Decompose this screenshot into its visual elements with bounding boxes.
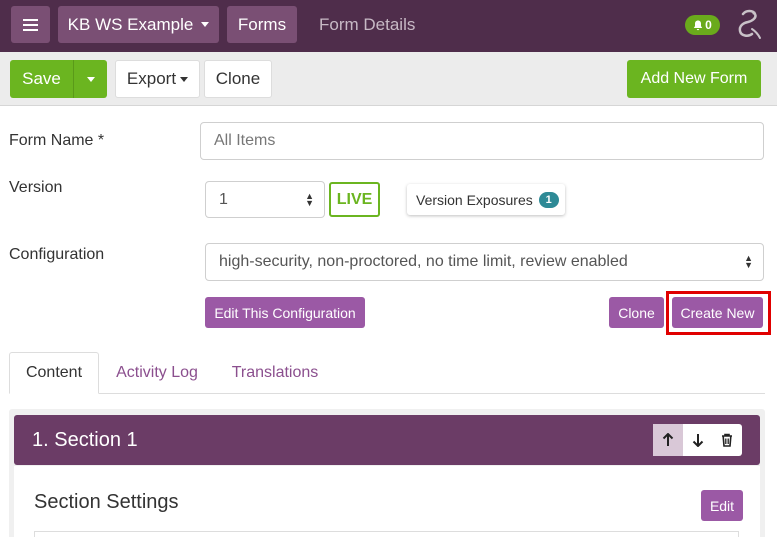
org-dropdown[interactable]: KB WS Example: [58, 6, 219, 43]
live-status-badge: LIVE: [329, 182, 380, 217]
caret-down-icon: [86, 76, 95, 82]
clone-configuration-label: Clone: [618, 304, 655, 321]
export-button[interactable]: Export: [115, 60, 200, 98]
version-exposures-label: Version Exposures: [416, 191, 533, 208]
caret-down-icon: [201, 22, 210, 27]
notification-count: 0: [705, 18, 712, 32]
tab-content[interactable]: Content: [9, 352, 99, 394]
edit-label: Edit: [709, 497, 735, 514]
move-down-button[interactable]: [683, 424, 713, 456]
configuration-label: Configuration: [9, 246, 105, 263]
version-exposures-count: 1: [538, 191, 559, 208]
clone-label: Clone: [215, 69, 261, 88]
toolbar: Save Export Clone Add New Form: [0, 52, 777, 106]
save-options-button[interactable]: [73, 60, 107, 98]
save-button[interactable]: Save: [10, 60, 73, 98]
hamburger-icon: [23, 18, 38, 31]
section-title: 1. Section 1: [32, 428, 138, 451]
edit-configuration-label: Edit This Configuration: [214, 304, 356, 321]
save-label: Save: [22, 69, 61, 88]
trash-icon: [722, 433, 733, 447]
version-select[interactable]: 1 ▲ ▼: [205, 181, 325, 218]
top-navbar: KB WS Example Forms Form Details 0: [0, 0, 777, 52]
configuration-value: high-security, non-proctored, no time li…: [219, 253, 628, 270]
move-up-button[interactable]: [653, 424, 683, 456]
menu-button[interactable]: [11, 6, 50, 43]
version-label: Version: [9, 179, 63, 196]
create-new-configuration-button[interactable]: Create New: [672, 297, 763, 328]
brand-logo-icon: [738, 9, 761, 39]
delete-section-button[interactable]: [712, 424, 742, 456]
export-label: Export: [126, 69, 177, 88]
clone-configuration-button[interactable]: Clone: [609, 297, 664, 328]
breadcrumb-current: Form Details: [319, 15, 416, 34]
arrow-up-icon: [662, 433, 674, 446]
section-controls: [653, 424, 742, 456]
tab-content-label: Content: [25, 364, 83, 381]
configuration-select[interactable]: high-security, non-proctored, no time li…: [205, 243, 764, 281]
edit-configuration-button[interactable]: Edit This Configuration: [205, 297, 365, 328]
form-name-input[interactable]: All Items: [200, 122, 764, 160]
bell-icon: [693, 20, 703, 30]
arrow-down-icon: [692, 434, 703, 447]
section-settings-panel: [34, 531, 739, 537]
forms-nav-button[interactable]: Forms: [227, 6, 297, 43]
tab-translations-label: Translations: [231, 364, 319, 381]
version-value: 1: [219, 190, 228, 208]
select-arrows-icon: ▲ ▼: [744, 253, 753, 270]
tab-activity-log-label: Activity Log: [116, 364, 198, 381]
caret-down-icon: [180, 76, 189, 82]
edit-section-settings-button[interactable]: Edit: [701, 490, 743, 521]
select-arrows-icon: ▲ ▼: [305, 190, 314, 208]
add-new-form-label: Add New Form: [640, 70, 748, 87]
form-name-value: All Items: [214, 132, 276, 149]
tab-activity-log[interactable]: Activity Log: [108, 352, 206, 394]
clone-form-button[interactable]: Clone: [204, 60, 272, 98]
add-new-form-button[interactable]: Add New Form: [627, 60, 761, 98]
org-label: KB WS Example: [67, 14, 194, 34]
section-header: 1. Section 1: [14, 415, 760, 465]
version-exposures-button[interactable]: Version Exposures 1: [407, 184, 565, 215]
create-new-label: Create New: [680, 304, 755, 321]
tab-translations[interactable]: Translations: [222, 352, 328, 394]
form-name-label: Form Name *: [9, 132, 105, 149]
forms-label: Forms: [237, 14, 287, 34]
notification-badge[interactable]: 0: [685, 15, 720, 35]
live-label: LIVE: [336, 190, 373, 208]
section-settings-title: Section Settings: [34, 491, 179, 513]
